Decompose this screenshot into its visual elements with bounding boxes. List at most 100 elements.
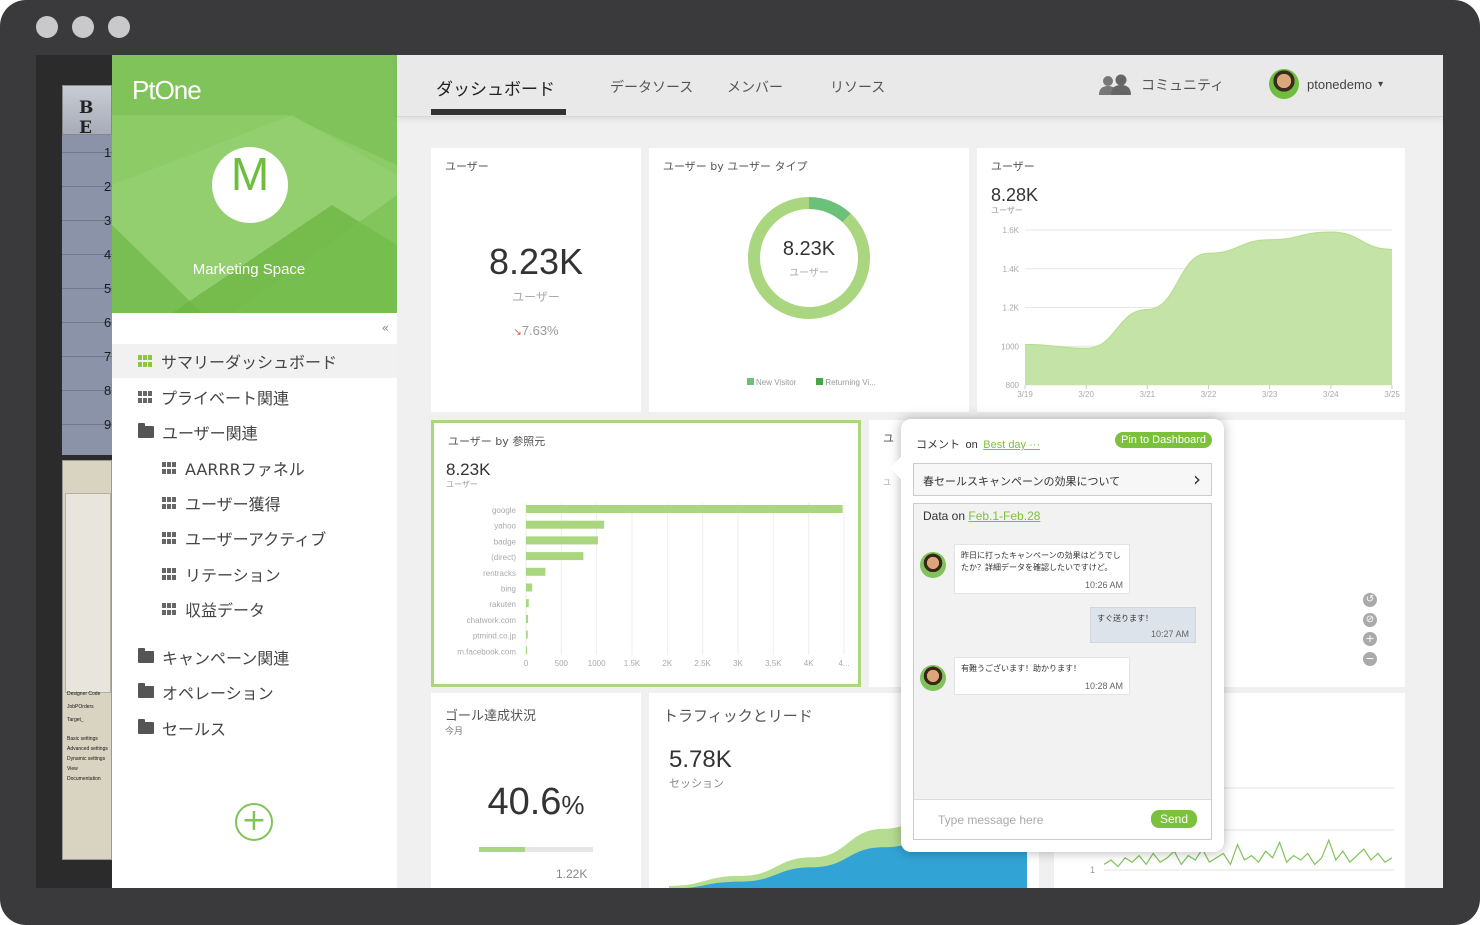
goal-progress-fill	[479, 847, 526, 852]
legend-label: Returning Vi...	[825, 378, 876, 387]
add-dashboard-button[interactable]: +	[235, 803, 273, 841]
sidebar-item-label: プライベート関連	[161, 389, 290, 408]
space-avatar[interactable]: M	[212, 147, 288, 223]
legend-swatch-icon	[816, 378, 824, 385]
community-label: コミュニティ	[1141, 78, 1225, 94]
send-button[interactable]: Send	[1150, 810, 1197, 828]
avatar	[1269, 69, 1299, 99]
x-tick-label: 1000	[588, 659, 606, 668]
x-tick-label: 0	[524, 659, 529, 668]
message-time: 10:28 AM	[1084, 681, 1123, 691]
bar	[526, 567, 546, 576]
legend-swatch-icon	[747, 378, 754, 385]
y-tick-label: 1.4K	[1003, 265, 1020, 274]
community-link[interactable]: コミュニティ	[1097, 73, 1224, 97]
background-panel-text: Advanced settings	[67, 746, 108, 752]
sidebar-item-label: ユーザーアクティブ	[185, 530, 327, 549]
avatar	[920, 552, 946, 578]
collapse-sidebar-icon[interactable]: «	[382, 321, 389, 335]
bar	[526, 536, 598, 545]
sidebar-folder-campaign[interactable]: キャンペーン関連	[112, 640, 397, 674]
chat-thread: Data on Feb.1-Feb.28 昨日に打ったキャンペーンの効果はどうで…	[913, 503, 1212, 840]
sidebar-item-label: セールス	[162, 720, 227, 739]
space-name: Marketing Space	[192, 261, 306, 278]
message-time: 10:26 AM	[1084, 580, 1123, 590]
grid-icon	[162, 603, 177, 615]
chat-message: 昨日に打ったキャンペーンの効果はどうでしたか？詳細データを確認したいですけど。 …	[954, 544, 1130, 594]
sidebar-item-retention[interactable]: リテーション	[112, 557, 397, 591]
y-tick-label: 800	[1006, 381, 1020, 390]
pin-to-dashboard-button[interactable]: Pin to Dashboard	[1115, 432, 1212, 448]
x-tick-label: 4...	[838, 659, 849, 668]
chevron-down-icon: ▾	[1378, 78, 1384, 90]
sidebar-folder-operation[interactable]: オペレーション	[112, 675, 397, 709]
comment-popup[interactable]: コメント on Best day ··· Pin to Dashboard 春セ…	[890, 419, 1224, 852]
x-tick-label: 3K	[733, 659, 743, 668]
x-tick-label: 3/22	[1201, 390, 1217, 399]
sidebar-item-summary-dashboard[interactable]: サマリーダッシュボード	[112, 344, 397, 378]
tab-members[interactable]: メンバー	[727, 77, 783, 97]
x-tick-label: 3/19	[1017, 390, 1033, 399]
legend-label: New Visitor	[756, 378, 797, 387]
y-tick-label: badge	[494, 537, 517, 546]
x-tick-label: 3/21	[1140, 390, 1156, 399]
users-trend-card[interactable]: ユーザー 8.28K ユーザー 1.6K 1.4K 1.2K 1000 800 3/19 3…	[977, 148, 1405, 412]
background-row-number: 4	[104, 247, 112, 262]
window-zoom-dot[interactable]	[108, 16, 130, 38]
zoom-in-icon[interactable]: +	[1363, 632, 1377, 646]
user-menu[interactable]: ptonedemo ▾	[1269, 69, 1383, 99]
background-row-number: 1	[104, 145, 112, 160]
grid-icon	[162, 497, 177, 509]
goal-number: 40.6	[487, 781, 562, 823]
sidebar-folder-users[interactable]: ユーザー関連	[112, 415, 397, 449]
bar	[526, 599, 529, 608]
sidebar-item-private[interactable]: プライベート関連	[112, 380, 397, 414]
donut-center-value: 8.23K	[782, 238, 836, 260]
background-rows: 1 2 3 4 5 6 7 8 9	[62, 135, 112, 455]
sidebar-folder-sales[interactable]: セールス	[112, 711, 397, 745]
dashboard-link[interactable]: Best day ···	[983, 439, 1040, 451]
comment-topic[interactable]: 春セールスキャンペーンの効果について ›	[913, 463, 1212, 496]
data-on-label: Data on	[923, 509, 966, 523]
sidebar-item-label: オペレーション	[162, 684, 274, 703]
sidebar-item-acquisition[interactable]: ユーザー獲得	[112, 486, 397, 520]
ptone-logo[interactable]: PtOne	[132, 75, 202, 106]
goal-card[interactable]: ゴール達成状況 今月 40.6% 1.22K	[431, 693, 641, 888]
sidebar-item-label: リテーション	[185, 566, 281, 585]
window-close-dot[interactable]	[36, 16, 58, 38]
comment-label: コメント	[916, 438, 960, 451]
kpi-value: 8.23K	[488, 241, 584, 282]
data-range-link[interactable]: Feb.1-Feb.28	[968, 509, 1040, 523]
background-row-number: 8	[104, 383, 112, 398]
x-tick-label: 500	[555, 659, 569, 668]
tab-datasource[interactable]: データソース	[610, 77, 693, 97]
reset-zoom-icon[interactable]: ⊘	[1363, 613, 1377, 627]
y-tick-label: m.facebook.com	[457, 647, 516, 656]
area-fill	[1025, 231, 1392, 385]
tab-dashboard[interactable]: ダッシュボード	[436, 75, 555, 100]
background-toolbar-text: B E	[79, 98, 94, 138]
tab-resources[interactable]: リソース	[830, 77, 885, 97]
card-title: ゴール達成状況	[445, 709, 537, 724]
refresh-icon[interactable]: ↺	[1363, 593, 1377, 607]
message-input[interactable]: Type message here	[938, 813, 1043, 827]
comment-on: on	[965, 439, 978, 451]
background-toolbar: B E	[62, 85, 112, 138]
sidebar-item-revenue[interactable]: 収益データ	[112, 592, 397, 626]
window-minimize-dot[interactable]	[72, 16, 94, 38]
background-panel-text: Target_	[67, 717, 84, 723]
background-row-number: 6	[104, 315, 112, 330]
user-type-card[interactable]: ユーザー by ユーザー タイプ 8.23K ユーザー New Visitor …	[649, 148, 969, 412]
sidebar-item-activation[interactable]: ユーザーアクティブ	[112, 521, 397, 555]
goal-percent-sign: %	[561, 790, 585, 820]
users-kpi-card[interactable]: ユーザー 8.23K ユーザー ↘7.63%	[431, 148, 641, 412]
referrer-card[interactable]: ユーザー by 参照元 8.23K ユーザー 0 500 1000 1.5K 2K 2.5…	[431, 420, 861, 687]
sidebar-item-aarrr-funnel[interactable]: AARRRファネル	[112, 451, 397, 485]
legend-item: Returning Vi...	[816, 378, 876, 387]
bar	[526, 630, 528, 639]
y-tick-label: bing	[501, 585, 516, 594]
chat-message-reply: すぐ送ります！ 10:27 AM	[1090, 607, 1196, 643]
avatar	[920, 665, 946, 691]
zoom-out-icon[interactable]: −	[1363, 652, 1377, 666]
donut-legend: New Visitor Returning Vi...	[747, 378, 876, 387]
